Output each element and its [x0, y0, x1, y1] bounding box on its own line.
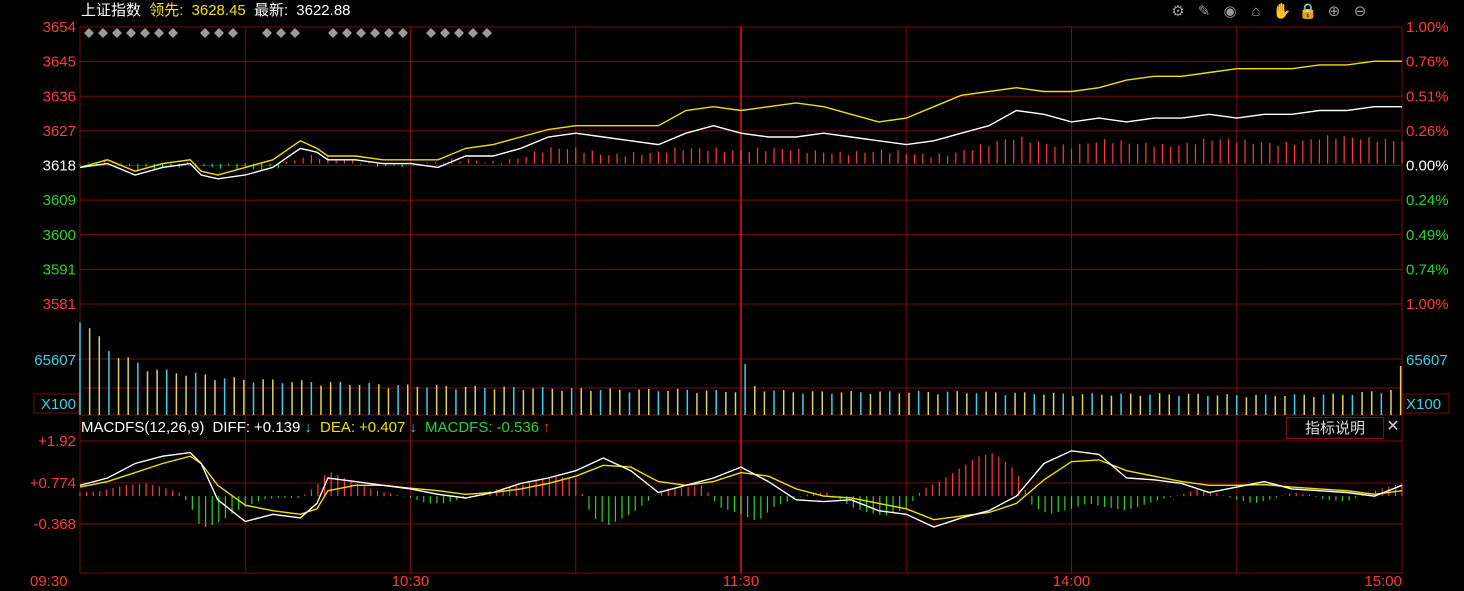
percent-tick-label: 0.76% — [1406, 54, 1449, 71]
basket-icon[interactable]: ⌂ — [1245, 1, 1267, 21]
event-diamond-icon — [454, 28, 464, 38]
price-tick-label: 3591 — [43, 261, 76, 278]
event-diamond-icon — [168, 28, 178, 38]
hand-icon[interactable]: ✋ — [1271, 1, 1293, 21]
latest-value: 3622.88 — [296, 2, 351, 19]
pen-draw-icon[interactable]: ✎ — [1193, 1, 1215, 21]
lock-icon[interactable]: 🔒 — [1297, 1, 1319, 21]
price-tick-label: 3654 — [43, 19, 76, 36]
macd-title: MACDFS(12,26,9) — [81, 419, 205, 436]
macdfs-label: MACDFS: — [425, 419, 493, 436]
macd-tick-label: -0.368 — [33, 516, 76, 533]
zoom-in-icon[interactable]: ⊕ — [1323, 1, 1345, 21]
time-tick-label: 10:30 — [392, 573, 430, 590]
event-diamond-icon — [126, 28, 136, 38]
index-name: 上证指数 — [81, 2, 142, 19]
percent-tick-label: 0.49% — [1406, 227, 1449, 244]
event-diamond-icon — [482, 28, 492, 38]
event-diamond-icon — [154, 28, 164, 38]
chart-header: 上证指数 领先: 3628.45 最新: 3622.88 — [81, 0, 355, 22]
percent-tick-label: 0.24% — [1406, 192, 1449, 209]
lead-label: 领先: — [149, 2, 184, 19]
price-tick-label: 3581 — [43, 296, 76, 313]
event-diamond-icon — [140, 28, 150, 38]
event-diamond-icon — [440, 28, 450, 38]
event-diamond-icon — [384, 28, 394, 38]
event-diamond-icon — [328, 28, 338, 38]
event-diamond-icon — [290, 28, 300, 38]
time-tick-label: 09:30 — [30, 573, 68, 590]
price-tick-label: 3609 — [43, 192, 76, 209]
settings-gear-icon[interactable]: ⚙ — [1167, 1, 1189, 21]
percent-tick-label: 0.51% — [1406, 88, 1449, 105]
event-diamond-icon — [262, 28, 272, 38]
diff-label: DIFF: — [212, 419, 251, 436]
event-diamond-icon — [468, 28, 478, 38]
percent-tick-label: 1.00% — [1406, 19, 1449, 36]
event-diamond-icon — [276, 28, 286, 38]
event-diamond-icon — [398, 28, 408, 38]
volume-tick-label-right: 65607 — [1406, 352, 1448, 369]
event-diamond-icon — [426, 28, 436, 38]
price-tick-label: 3645 — [43, 54, 76, 71]
dea-arrow-icon: ↓ — [409, 419, 417, 436]
percent-tick-label: 1.00% — [1406, 296, 1449, 313]
event-diamond-icon — [214, 28, 224, 38]
dea-label: DEA: — [320, 419, 356, 436]
diff-value: +0.139 — [254, 419, 301, 436]
lead-value: 3628.45 — [191, 2, 246, 19]
latest-label: 最新: — [253, 2, 289, 19]
event-diamond-icon — [370, 28, 380, 38]
time-tick-label: 11:30 — [723, 573, 759, 590]
macd-tick-label: +1.92 — [38, 433, 76, 450]
time-tick-label: 14:00 — [1053, 573, 1091, 590]
eye-icon[interactable]: ◉ — [1219, 1, 1241, 21]
volume-unit-label-right: X100 — [1406, 396, 1441, 413]
event-diamond-icon — [228, 28, 238, 38]
event-diamond-icon — [98, 28, 108, 38]
macd-header: MACDFS(12,26,9) DIFF: +0.139 ↓ DEA: +0.407 ↓… — [81, 417, 555, 439]
volume-unit-label: X100 — [41, 396, 76, 413]
percent-tick-label: 0.00% — [1406, 158, 1449, 175]
event-diamond-icon — [200, 28, 210, 38]
close-icon[interactable]: ✕ — [1385, 417, 1401, 437]
macdfs-arrow-icon: ↑ — [543, 419, 551, 436]
event-diamond-icon — [342, 28, 352, 38]
price-tick-label: 3636 — [43, 88, 76, 105]
zoom-out-icon[interactable]: ⊖ — [1349, 1, 1371, 21]
macdfs-value: -0.536 — [496, 419, 540, 436]
diff-arrow-icon: ↓ — [304, 419, 312, 436]
price-tick-label: 3618 — [43, 158, 76, 175]
time-tick-label: 15:00 — [1364, 573, 1402, 590]
macd-tick-label: +0.774 — [30, 475, 76, 492]
dea-value: +0.407 — [359, 419, 406, 436]
chart-toolbar: ⚙ ✎ ◉ ⌂ ✋ 🔒 ⊕ ⊖ — [1167, 1, 1371, 21]
percent-tick-label: 0.26% — [1406, 123, 1449, 140]
event-diamond-icon — [84, 28, 94, 38]
event-diamond-icon — [112, 28, 122, 38]
event-diamond-icon — [356, 28, 366, 38]
percent-tick-label: 0.74% — [1406, 261, 1449, 278]
indicator-explain-button[interactable]: 指标说明 — [1286, 417, 1384, 439]
intraday-chart[interactable]: 3654 1.00% 3645 0.76% 3636 0.51% 3627 0.26% 3618… — [0, 0, 1464, 591]
volume-tick-label: 65607 — [34, 352, 76, 369]
price-tick-label: 3627 — [43, 123, 76, 140]
price-tick-label: 3600 — [43, 227, 76, 244]
